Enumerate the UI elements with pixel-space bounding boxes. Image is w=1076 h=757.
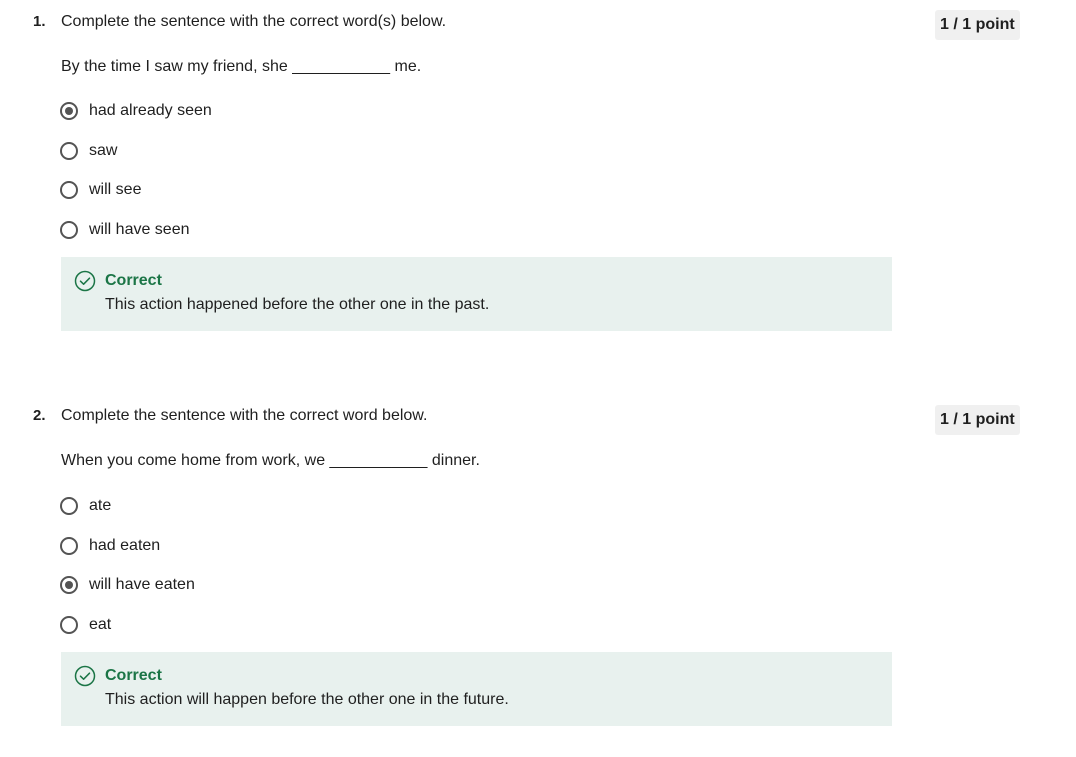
option-label: ate (89, 497, 112, 514)
question-number: 1. (33, 13, 46, 30)
radio-button[interactable] (60, 221, 78, 239)
feedback-title: Correct (105, 272, 162, 289)
check-circle-icon (74, 270, 96, 292)
feedback-title: Correct (105, 667, 162, 684)
option-label: saw (89, 142, 118, 159)
score-badge: 1 / 1 point (935, 10, 1020, 40)
option-label: will have eaten (89, 576, 195, 593)
answer-option[interactable]: will have seen (60, 218, 190, 242)
radio-button-selected[interactable] (60, 102, 78, 120)
radio-button[interactable] (60, 181, 78, 199)
answer-option[interactable]: saw (60, 139, 117, 163)
question-prompt: Complete the sentence with the correct w… (61, 407, 428, 424)
radio-button[interactable] (60, 142, 78, 160)
option-label: will have seen (89, 221, 190, 238)
radio-button[interactable] (60, 497, 78, 515)
answer-option[interactable]: had eaten (60, 534, 160, 558)
answer-option[interactable]: will see (60, 178, 141, 202)
feedback-panel: Correct This action will happen before t… (61, 652, 892, 726)
check-circle-icon (74, 665, 96, 687)
feedback-text: This action happened before the other on… (105, 296, 490, 313)
option-label: will see (89, 181, 142, 198)
answer-option[interactable]: ate (60, 494, 111, 518)
question-number: 2. (33, 407, 46, 424)
answer-option[interactable]: had already seen (60, 99, 212, 123)
answer-option[interactable]: will have eaten (60, 573, 195, 597)
score-badge: 1 / 1 point (935, 405, 1020, 435)
option-label: eat (89, 616, 112, 633)
option-label: had already seen (89, 102, 212, 119)
option-label: had eaten (89, 537, 161, 554)
feedback-panel: Correct This action happened before the … (61, 257, 892, 331)
feedback-text: This action will happen before the other… (105, 691, 509, 708)
answer-option[interactable]: eat (60, 613, 111, 637)
question-prompt: Complete the sentence with the correct w… (61, 13, 447, 30)
question-sentence: When you come home from work, we _______… (61, 452, 480, 469)
radio-button-selected[interactable] (60, 576, 78, 594)
question-sentence: By the time I saw my friend, she _______… (61, 58, 422, 75)
radio-button[interactable] (60, 537, 78, 555)
radio-button[interactable] (60, 616, 78, 634)
